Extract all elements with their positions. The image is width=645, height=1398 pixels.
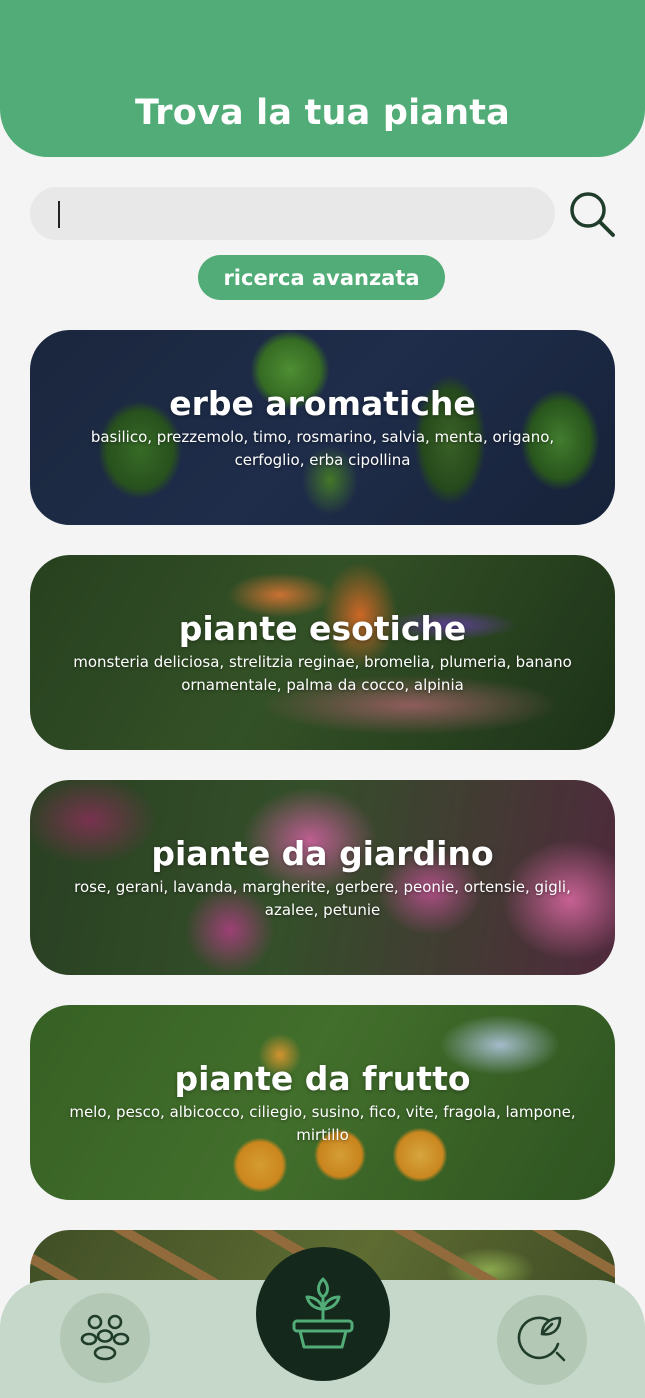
category-subtitle: melo, pesco, albicocco, ciliegio, susino…: [69, 1102, 576, 1144]
card-text: [30, 1230, 615, 1398]
text-caret: [58, 201, 60, 228]
search-icon: [570, 192, 615, 237]
category-card-garden[interactable]: piante da giardino rose, gerani, lavanda…: [30, 780, 615, 975]
category-card-partial[interactable]: [30, 1230, 615, 1398]
app-header: Trova la tua pianta: [0, 0, 645, 157]
category-subtitle: monsteria deliciosa, strelitzia reginae,…: [73, 652, 572, 694]
card-text: erbe aromatiche basilico, prezzemolo, ti…: [30, 330, 615, 525]
category-title: erbe aromatiche: [169, 383, 476, 423]
category-title: piante esotiche: [178, 608, 467, 648]
category-card-exotic[interactable]: piante esotiche monsteria deliciosa, str…: [30, 555, 615, 750]
category-title: piante da frutto: [174, 1058, 471, 1098]
card-text: piante da giardino rose, gerani, lavanda…: [30, 780, 615, 975]
category-title: piante da giardino: [151, 833, 494, 873]
category-subtitle: rose, gerani, lavanda, margherite, gerbe…: [74, 877, 571, 919]
search-input[interactable]: [30, 187, 555, 240]
category-subtitle: basilico, prezzemolo, timo, rosmarino, s…: [90, 427, 555, 469]
category-card-herbs[interactable]: erbe aromatiche basilico, prezzemolo, ti…: [30, 330, 615, 525]
card-text: piante esotiche monsteria deliciosa, str…: [30, 555, 615, 750]
search-button[interactable]: [566, 189, 618, 241]
page-title: Trova la tua pianta: [135, 93, 510, 133]
advanced-search-button[interactable]: ricerca avanzata: [198, 255, 445, 300]
category-card-fruit[interactable]: piante da frutto melo, pesco, albicocco,…: [30, 1005, 615, 1200]
card-text: piante da frutto melo, pesco, albicocco,…: [30, 1005, 615, 1200]
